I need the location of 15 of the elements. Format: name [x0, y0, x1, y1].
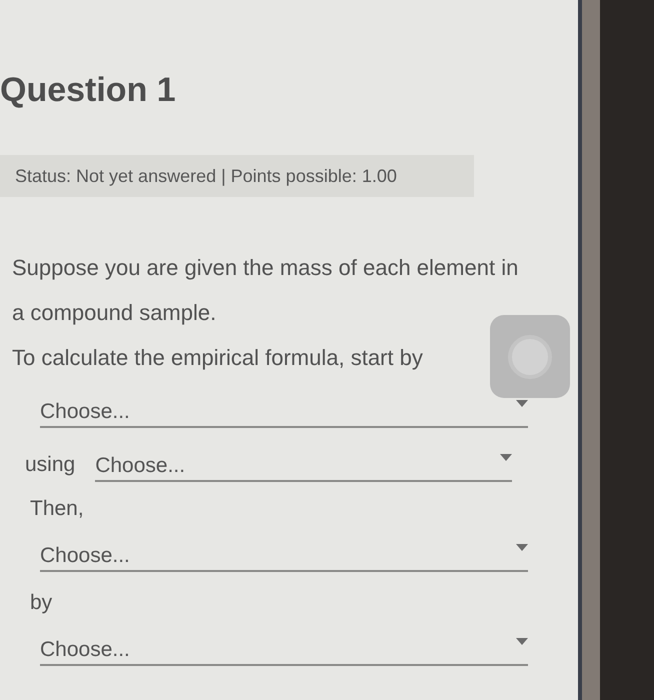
caret-icon — [516, 638, 528, 645]
floating-button[interactable] — [490, 315, 570, 398]
caret-icon — [516, 400, 528, 407]
question-text: To calculate the empirical formula, start by — [12, 344, 424, 372]
dropdown[interactable]: Choose... — [40, 540, 528, 572]
caret-icon — [500, 454, 512, 461]
status-bar: Status: Not yet answered | Points possible: 1.00 — [0, 155, 474, 197]
label-text: by — [30, 590, 52, 616]
question-title: Question 1 — [0, 70, 176, 111]
dropdown[interactable]: Choose... — [95, 450, 512, 482]
caret-icon — [516, 544, 528, 551]
label-text: using — [25, 452, 76, 478]
label-text: Then, — [30, 496, 84, 522]
question-text: Suppose you are given the mass of each element in a compound sample. — [12, 254, 520, 327]
dropdown[interactable]: Choose... — [40, 634, 528, 666]
